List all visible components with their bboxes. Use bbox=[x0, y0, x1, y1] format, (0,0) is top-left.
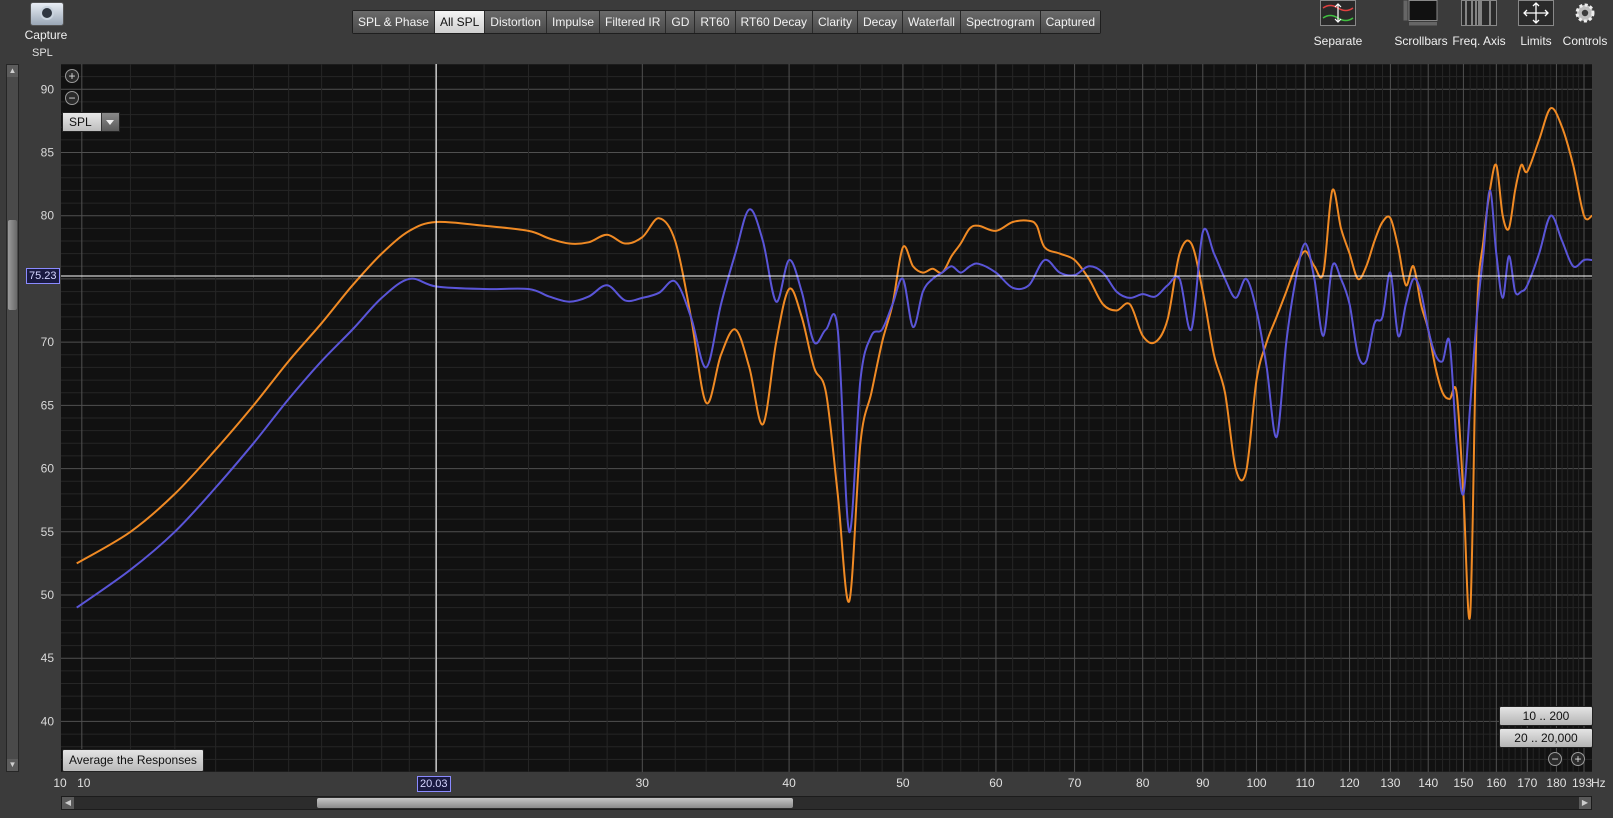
x-tick-label: 50 bbox=[896, 776, 910, 790]
x-tick-label: 80 bbox=[1136, 776, 1150, 790]
scroll-left-icon[interactable]: ◀ bbox=[62, 797, 74, 809]
y-tick-label: 80 bbox=[41, 209, 55, 223]
rew-window: Capture SPL SPL & Phase All SPL Distortion… bbox=[0, 0, 1613, 818]
freq-axis-button[interactable]: Freq. Axis bbox=[1446, 0, 1512, 48]
spl-chart[interactable] bbox=[61, 64, 1592, 772]
tab-filtered-ir[interactable]: Filtered IR bbox=[600, 11, 667, 33]
range-10-200-button[interactable]: 10 .. 200 bbox=[1499, 706, 1593, 726]
x-tick-label: 130 bbox=[1380, 776, 1401, 790]
tab-spl-phase[interactable]: SPL & Phase bbox=[353, 11, 435, 33]
x-tick-label: 10 bbox=[53, 776, 67, 790]
capture-label: Capture bbox=[24, 28, 68, 42]
camera-icon bbox=[30, 2, 64, 26]
plot-area[interactable] bbox=[61, 64, 1592, 772]
y-tick-label: 90 bbox=[41, 82, 55, 96]
spl-select[interactable]: SPL bbox=[62, 112, 120, 132]
tab-waterfall[interactable]: Waterfall bbox=[903, 11, 961, 33]
x-tick-label: 90 bbox=[1196, 776, 1210, 790]
chevron-down-icon[interactable] bbox=[101, 113, 119, 131]
tab-rt60[interactable]: RT60 bbox=[695, 11, 736, 33]
zoom-in-y-icon[interactable]: + bbox=[65, 69, 79, 83]
scroll-right-icon[interactable]: ▶ bbox=[1579, 797, 1591, 809]
tab-clarity[interactable]: Clarity bbox=[813, 11, 859, 33]
separate-label: Separate bbox=[1313, 34, 1363, 48]
tab-impulse[interactable]: Impulse bbox=[546, 11, 601, 33]
y-tick-label: 85 bbox=[41, 146, 55, 160]
y-axis-labels: 4045505560657075808590 bbox=[41, 82, 55, 728]
x-tick-label: 40 bbox=[782, 776, 796, 790]
panel-title: SPL bbox=[32, 47, 53, 59]
gear-icon bbox=[1567, 0, 1603, 26]
x-tick-label: 10 bbox=[77, 776, 91, 790]
range-20-20000-button[interactable]: 20 .. 20,000 bbox=[1499, 728, 1593, 748]
freq-axis-label: Freq. Axis bbox=[1452, 34, 1506, 48]
y-tick-label: 65 bbox=[41, 398, 55, 412]
limits-icon bbox=[1518, 0, 1554, 26]
horizontal-scrollbar[interactable]: ◀ ▶ bbox=[61, 796, 1592, 810]
separate-button[interactable]: Separate bbox=[1308, 0, 1368, 48]
tab-spectrogram[interactable]: Spectrogram bbox=[960, 11, 1041, 33]
limits-button[interactable]: Limits bbox=[1516, 0, 1556, 48]
x-tick-label: 120 bbox=[1339, 776, 1360, 790]
horizontal-scroll-thumb[interactable] bbox=[317, 798, 793, 808]
cursor-x-readout: 20.03 bbox=[417, 776, 451, 792]
series-line-2 bbox=[76, 189, 1592, 609]
scrollbars-icon bbox=[1403, 0, 1439, 26]
y-tick-label: 45 bbox=[41, 651, 55, 665]
y-tick-label: 50 bbox=[41, 588, 55, 602]
x-axis-unit: Hz bbox=[1591, 776, 1606, 790]
x-tick-label: 180 bbox=[1546, 776, 1567, 790]
x-tick-label: 140 bbox=[1418, 776, 1439, 790]
x-tick-label: 100 bbox=[1246, 776, 1267, 790]
y-tick-label: 40 bbox=[41, 714, 55, 728]
tab-rt60-decay[interactable]: RT60 Decay bbox=[735, 11, 813, 33]
controls-label: Controls bbox=[1562, 34, 1608, 48]
freq-axis-icon bbox=[1461, 0, 1497, 26]
x-tick-label: 30 bbox=[635, 776, 649, 790]
x-tick-label: 60 bbox=[989, 776, 1003, 790]
tab-decay[interactable]: Decay bbox=[858, 11, 904, 33]
spl-select-value: SPL bbox=[69, 115, 92, 129]
x-axis-labels: 1020304050607080901001101201301401501601… bbox=[0, 772, 1613, 792]
limits-label: Limits bbox=[1520, 34, 1552, 48]
y-tick-label: 70 bbox=[41, 335, 55, 349]
controls-button[interactable]: Controls bbox=[1560, 0, 1610, 48]
tab-captured[interactable]: Captured bbox=[1040, 11, 1101, 33]
x-tick-label: 70 bbox=[1067, 776, 1082, 790]
x-tick-label: 150 bbox=[1453, 776, 1474, 790]
y-tick-label: 55 bbox=[41, 525, 55, 539]
separate-icon bbox=[1320, 0, 1356, 26]
zoom-out-x-icon[interactable]: − bbox=[1548, 752, 1562, 766]
x-tick-label: 170 bbox=[1517, 776, 1538, 790]
x-tick-label: 160 bbox=[1486, 776, 1507, 790]
zoom-in-x-icon[interactable]: + bbox=[1571, 752, 1585, 766]
x-tick-label: 193 bbox=[1571, 776, 1593, 790]
y-tick-label: 60 bbox=[41, 462, 55, 476]
x-tick-label: 110 bbox=[1295, 776, 1315, 790]
cursor-y-readout: 75.23 bbox=[26, 268, 60, 284]
tab-gd[interactable]: GD bbox=[666, 11, 696, 33]
tab-distortion[interactable]: Distortion bbox=[485, 11, 547, 33]
zoom-out-y-icon[interactable]: − bbox=[65, 91, 79, 105]
average-responses-button[interactable]: Average the Responses bbox=[62, 749, 204, 772]
tab-all-spl[interactable]: All SPL bbox=[434, 11, 486, 33]
graph-tabs: SPL & Phase All SPL Distortion Impulse Filte… bbox=[352, 10, 1102, 34]
